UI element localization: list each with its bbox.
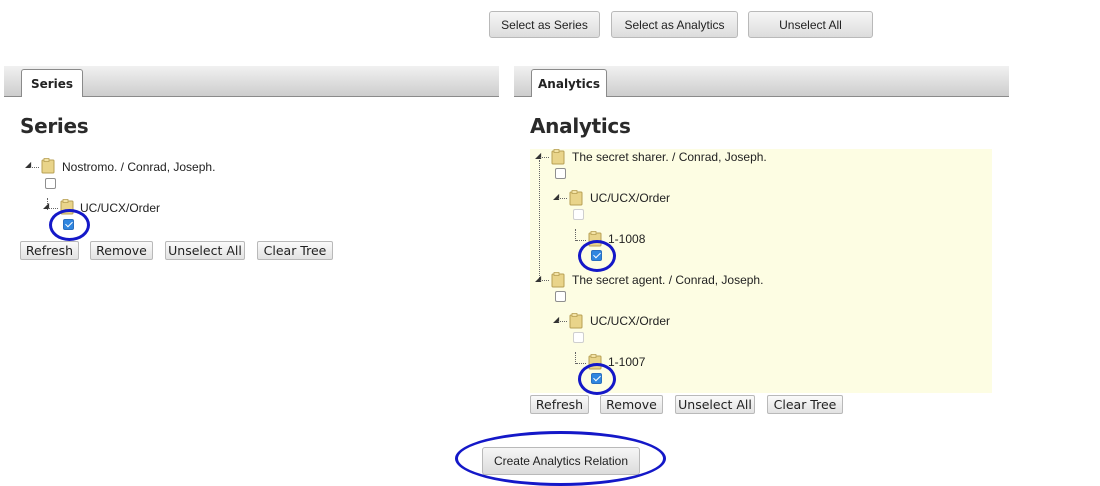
folder-icon	[588, 231, 602, 247]
tree-node-label[interactable]: UC/UCX/Order	[590, 314, 670, 328]
tree-connector	[30, 167, 39, 168]
analytics-unselect-all-button[interactable]: Unselect All	[675, 395, 755, 414]
tree-node-checkbox[interactable]	[45, 178, 56, 189]
unselect-all-top-button[interactable]: Unselect All	[748, 11, 873, 38]
tree-connector	[576, 240, 586, 241]
tree-node-label[interactable]: The secret sharer. / Conrad, Joseph.	[572, 150, 767, 164]
tree-connector	[576, 363, 586, 364]
series-clear-tree-button[interactable]: Clear Tree	[257, 241, 333, 260]
tree-node-checkbox-checked[interactable]	[591, 250, 602, 261]
tab-series[interactable]: Series	[21, 69, 83, 97]
tree-toggle-icon[interactable]: ◢	[553, 192, 562, 201]
folder-icon	[569, 313, 583, 329]
folder-icon	[41, 158, 55, 174]
tree-node-checkbox[interactable]	[573, 209, 584, 220]
tree-node-label[interactable]: 1-1008	[608, 232, 645, 246]
folder-icon	[60, 199, 74, 215]
folder-icon	[551, 272, 565, 288]
tree-node-checkbox[interactable]	[573, 332, 584, 343]
analytics-remove-button[interactable]: Remove	[600, 395, 663, 414]
tab-analytics[interactable]: Analytics	[531, 69, 607, 97]
tree-node-checkbox[interactable]	[555, 291, 566, 302]
tree-node-label[interactable]: The secret agent. / Conrad, Joseph.	[572, 273, 763, 287]
tree-node-label[interactable]: 1-1007	[608, 355, 645, 369]
tree-node-label[interactable]: UC/UCX/Order	[590, 191, 670, 205]
tree-node-checkbox[interactable]	[555, 168, 566, 179]
folder-icon	[588, 354, 602, 370]
tree-node-label[interactable]: UC/UCX/Order	[80, 201, 160, 215]
tree-connector	[558, 198, 567, 199]
series-unselect-all-button[interactable]: Unselect All	[165, 241, 245, 260]
tree-connector	[539, 160, 540, 278]
tree-connector	[540, 157, 549, 158]
select-as-analytics-button[interactable]: Select as Analytics	[611, 11, 738, 38]
tree-node-checkbox-checked[interactable]	[591, 373, 602, 384]
analytics-heading: Analytics	[530, 114, 631, 138]
tree-connector	[558, 321, 567, 322]
series-refresh-button[interactable]: Refresh	[20, 241, 79, 260]
folder-icon	[551, 149, 565, 165]
tree-toggle-icon[interactable]: ◢	[553, 315, 562, 324]
analytics-clear-tree-button[interactable]: Clear Tree	[767, 395, 843, 414]
tree-node-checkbox-checked[interactable]	[63, 219, 74, 230]
tree-connector	[540, 280, 549, 281]
tree-connector	[48, 208, 58, 209]
series-remove-button[interactable]: Remove	[90, 241, 153, 260]
series-heading: Series	[20, 114, 89, 138]
folder-icon	[569, 190, 583, 206]
tree-toggle-icon[interactable]: ◢	[535, 151, 544, 160]
select-as-series-button[interactable]: Select as Series	[489, 11, 600, 38]
tree-toggle-icon[interactable]: ◢	[535, 274, 544, 283]
series-tab-bar: Series	[4, 66, 499, 97]
tree-node-label[interactable]: Nostromo. / Conrad, Joseph.	[62, 160, 215, 174]
create-analytics-relation-button[interactable]: Create Analytics Relation	[482, 447, 640, 475]
analytics-tab-bar: Analytics	[514, 66, 1009, 97]
analytics-refresh-button[interactable]: Refresh	[530, 395, 589, 414]
